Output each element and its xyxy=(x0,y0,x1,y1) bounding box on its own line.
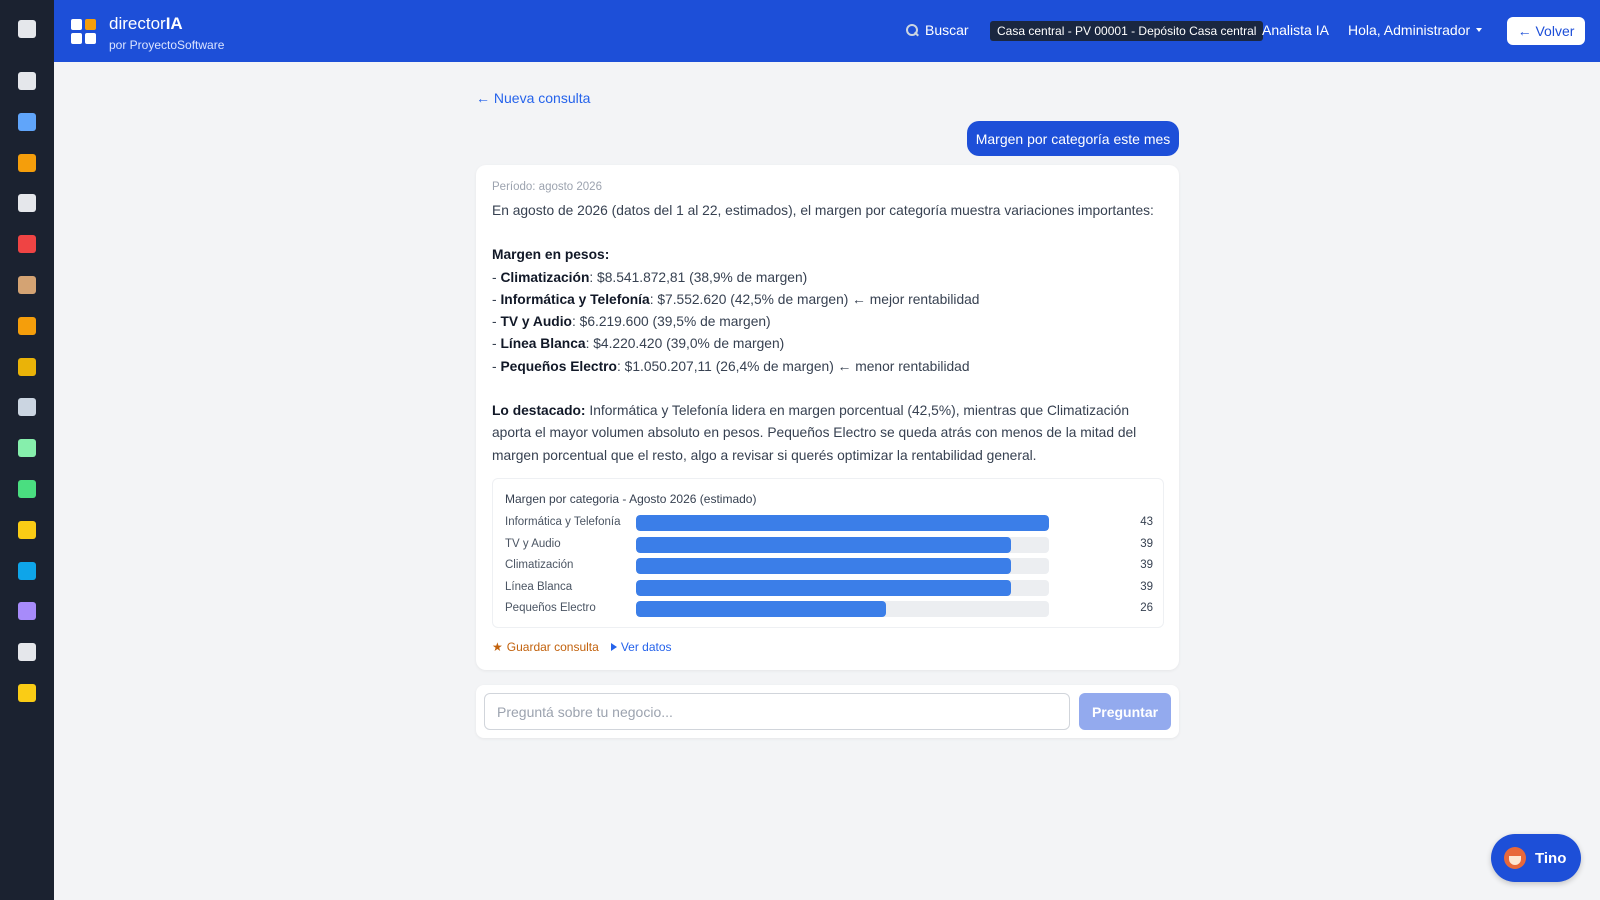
sidebar-clapper-icon[interactable] xyxy=(18,602,36,620)
star-icon: ★ xyxy=(492,640,503,654)
sidebar-refresh-icon[interactable] xyxy=(18,562,36,580)
app-menu-icon[interactable] xyxy=(18,20,36,38)
sidebar-box-icon[interactable] xyxy=(18,276,36,294)
chart-bar xyxy=(636,579,1011,596)
margin-item-detail: : $1.050.207,11 (26,4% de margen) ← meno… xyxy=(616,358,970,374)
chart-bar xyxy=(636,601,886,617)
section-title: Margen en pesos: xyxy=(492,247,610,263)
highlight-label: Lo destacado: xyxy=(492,403,586,419)
chart-bar xyxy=(636,558,1011,574)
margin-item-detail: : $6.219.600 (39,5% de margen) xyxy=(571,314,771,330)
sidebar-tag-icon[interactable] xyxy=(18,154,36,172)
chart-bar xyxy=(636,515,1049,531)
save-query-label: Guardar consulta xyxy=(506,640,599,654)
margin-item-detail: : $4.220.420 (39,0% de margen) xyxy=(585,336,785,352)
sidebar xyxy=(0,0,54,900)
period-label: Período: agosto 2026 xyxy=(492,181,602,193)
search-label: Buscar xyxy=(925,22,969,38)
chart-category-label: Informática y Telefonía xyxy=(505,516,621,528)
assistant-label: Tino xyxy=(1535,849,1567,867)
margin-list: - Climatización: $8.541.872,81 (38,9% de… xyxy=(492,267,1167,378)
answer-text: En agosto de 2026 (datos del 1 al 22, es… xyxy=(492,200,1167,467)
branch-selector[interactable]: Casa central - PV 00001 - Depósito Casa … xyxy=(990,21,1264,41)
chart-category-label: Línea Blanca xyxy=(505,580,573,593)
chevron-down-icon xyxy=(1476,28,1483,32)
sidebar-lock-icon[interactable] xyxy=(18,684,36,702)
chart-bar-track xyxy=(636,515,1049,531)
margin-item-name: Línea Blanca xyxy=(500,336,586,352)
chart-category-label: Pequeños Electro xyxy=(505,602,596,614)
answer-card: Período: agosto 2026 En agosto de 2026 (… xyxy=(476,165,1179,670)
user-greeting: Hola, Administrador xyxy=(1348,22,1471,38)
logo-icon xyxy=(71,19,96,44)
margin-item-name: Climatización xyxy=(500,269,590,285)
new-query-link[interactable]: ← Nueva consulta xyxy=(476,90,590,106)
chart-bar-track xyxy=(636,558,1049,574)
chart-bar-track xyxy=(636,536,1049,553)
sidebar-cart-icon[interactable] xyxy=(18,398,36,416)
margin-item-name: Informática y Telefonía xyxy=(500,291,650,307)
sidebar-barcode-icon[interactable] xyxy=(18,317,36,335)
fox-icon xyxy=(1504,847,1526,869)
view-data-toggle[interactable]: Ver datos xyxy=(610,640,672,654)
user-question-bubble: Margen por categoría este mes xyxy=(967,121,1179,156)
margin-item: - Climatización: $8.541.872,81 (38,9% de… xyxy=(492,267,1167,289)
margin-item: - Informática y Telefonía: $7.552.620 (4… xyxy=(492,289,1167,311)
margin-item-name: TV y Audio xyxy=(500,314,572,330)
brand-name: directorIA xyxy=(109,14,183,33)
sidebar-receipt-icon[interactable] xyxy=(18,194,36,212)
view-data-label: Ver datos xyxy=(620,640,672,654)
margin-item: - TV y Audio: $6.219.600 (39,5% de marge… xyxy=(492,311,1167,333)
chart-row: Pequeños Electro 26 xyxy=(505,599,1153,619)
sidebar-money-bag-icon[interactable] xyxy=(18,358,36,376)
search-button[interactable]: Buscar xyxy=(906,22,969,38)
top-bar: directorIA por ProyectoSoftware Buscar C… xyxy=(54,0,1600,62)
chart-bar-track xyxy=(636,601,1049,617)
chart-row: TV y Audio 39 xyxy=(505,535,1153,555)
card-actions: ★ Guardar consulta Ver datos xyxy=(492,640,672,654)
ask-card: Preguntar xyxy=(476,685,1179,738)
chart-bar-track xyxy=(636,579,1049,596)
highlight-text: Informática y Telefonía lidera en margen… xyxy=(492,403,1137,463)
chart-row: Climatización 39 xyxy=(505,556,1153,576)
chart-value-label: 39 xyxy=(1140,537,1153,550)
highlight-paragraph: Lo destacado: Informática y Telefonía li… xyxy=(492,400,1167,467)
chart-value-label: 39 xyxy=(1140,559,1153,571)
back-button[interactable]: ← Volver xyxy=(1507,17,1585,45)
chart-bar xyxy=(636,536,1011,553)
chart-category-label: Climatización xyxy=(505,559,574,571)
margin-item: - Pequeños Electro: $1.050.207,11 (26,4%… xyxy=(492,356,1167,378)
nav-analista-ia[interactable]: Analista IA xyxy=(1262,22,1329,38)
user-menu[interactable]: Hola, Administrador xyxy=(1348,22,1483,38)
chart-row: Informática y Telefonía 43 xyxy=(505,513,1153,533)
ask-button[interactable]: Preguntar xyxy=(1079,693,1171,730)
sidebar-spreadsheet-icon[interactable] xyxy=(18,480,36,498)
chart-row: Línea Blanca 39 xyxy=(505,578,1153,598)
save-query-link[interactable]: ★ Guardar consulta xyxy=(492,640,599,654)
sidebar-bar-chart-icon[interactable] xyxy=(18,113,36,131)
assistant-button[interactable]: Tino xyxy=(1491,834,1581,882)
chart-title: Margen por categoria - Agosto 2026 (esti… xyxy=(505,492,757,506)
ask-input[interactable] xyxy=(484,693,1070,730)
margin-item-detail: : $7.552.620 (42,5% de margen) ← mejor r… xyxy=(649,291,980,307)
answer-intro: En agosto de 2026 (datos del 1 al 22, es… xyxy=(492,203,1154,218)
chart-value-label: 39 xyxy=(1140,580,1153,593)
sidebar-gear-icon[interactable] xyxy=(18,643,36,661)
sidebar-home-icon[interactable] xyxy=(18,72,36,90)
sidebar-note-icon[interactable] xyxy=(18,521,36,539)
margin-item-detail: : $8.541.872,81 (38,9% de margen) xyxy=(589,269,808,285)
play-triangle-icon xyxy=(610,643,617,651)
chart-category-label: TV y Audio xyxy=(505,537,561,550)
sidebar-target-icon[interactable] xyxy=(18,235,36,253)
sidebar-cash-icon[interactable] xyxy=(18,439,36,457)
margin-item-name: Pequeños Electro xyxy=(500,358,617,374)
search-icon xyxy=(906,23,919,37)
margin-chart: Margen por categoria - Agosto 2026 (esti… xyxy=(492,478,1164,628)
margin-item: - Línea Blanca: $4.220.420 (39,0% de mar… xyxy=(492,333,1167,355)
chart-value-label: 26 xyxy=(1140,602,1153,614)
brand-subtitle: por ProyectoSoftware xyxy=(109,38,225,52)
chart-value-label: 43 xyxy=(1140,516,1153,528)
